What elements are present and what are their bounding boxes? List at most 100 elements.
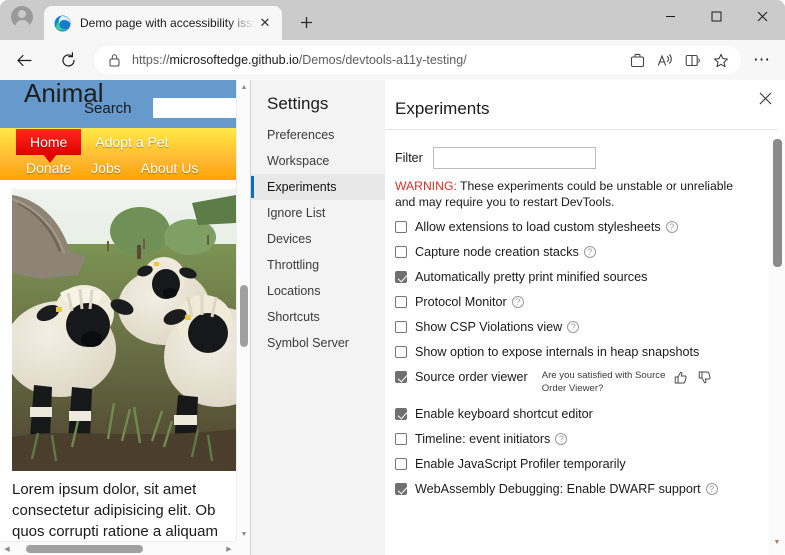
search-input[interactable]: [153, 98, 236, 118]
sidebar-item-workspace[interactable]: Workspace: [251, 148, 385, 174]
experiment-row[interactable]: Timeline: event initiators?: [395, 431, 769, 447]
checkbox-webassembly-dwarf-support[interactable]: [395, 483, 407, 495]
nav-item-jobs[interactable]: Jobs: [91, 160, 121, 176]
experiment-text: Capture node creation stacks: [415, 245, 579, 259]
page-vertical-scrollbar[interactable]: ▲ ▼: [236, 80, 250, 541]
devtools-vertical-scrollbar[interactable]: ▼: [769, 137, 785, 555]
experiment-label: Timeline: event initiators?: [415, 431, 568, 447]
lock-icon: [106, 53, 122, 67]
checkbox-source-order-viewer[interactable]: [395, 371, 407, 383]
devtools-panel: Settings Preferences Workspace Experimen…: [250, 80, 785, 555]
sidebar-item-label: Shortcuts: [267, 310, 320, 324]
site-header: Animal Search: [0, 80, 236, 128]
nav-item-donate[interactable]: Donate: [26, 160, 71, 176]
checkbox-show-csp-violations-view[interactable]: [395, 321, 407, 333]
sidebar-item-ignore-list[interactable]: Ignore List: [251, 200, 385, 226]
browser-tab[interactable]: Demo page with accessibility issues ✕: [44, 6, 282, 40]
minimize-button[interactable]: [647, 0, 693, 33]
scroll-left-arrow-icon[interactable]: ◀: [0, 542, 14, 555]
experiment-row[interactable]: Enable keyboard shortcut editor: [395, 406, 769, 422]
experiment-label: Protocol Monitor?: [415, 294, 524, 310]
page-vertical-scroll-thumb[interactable]: [240, 285, 248, 347]
checkbox-auto-pretty-print[interactable]: [395, 271, 407, 283]
reload-button[interactable]: [52, 44, 84, 76]
experiment-label: Automatically pretty print minified sour…: [415, 270, 648, 284]
split-screen-icon[interactable]: [679, 47, 707, 73]
sidebar-item-label: Locations: [267, 284, 321, 298]
new-tab-button[interactable]: [291, 7, 321, 37]
sidebar-item-label: Throttling: [267, 258, 320, 272]
filter-row: Filter: [395, 147, 769, 169]
back-arrow-icon: [16, 54, 32, 66]
collections-icon[interactable]: [623, 47, 651, 73]
experiment-row[interactable]: Show option to expose internals in heap …: [395, 344, 769, 360]
sidebar-item-throttling[interactable]: Throttling: [251, 252, 385, 278]
favorite-star-icon[interactable]: [707, 47, 735, 73]
content-area: Animal Search Home Adopt a Pet Donate Jo…: [0, 80, 785, 555]
experiment-row[interactable]: Capture node creation stacks?: [395, 244, 769, 260]
back-button[interactable]: [8, 44, 40, 76]
page-paragraph: Lorem ipsum dolor, sit amet consectetur …: [12, 481, 218, 540]
title-bar: Demo page with accessibility issues ✕: [0, 0, 785, 40]
profile-button[interactable]: [0, 0, 44, 40]
help-icon[interactable]: ?: [665, 221, 678, 233]
devtools-scroll-down-arrow-icon[interactable]: ▼: [770, 535, 784, 549]
site-nav: Home Adopt a Pet Donate Jobs About Us: [0, 128, 236, 180]
window-controls: [647, 0, 785, 33]
sidebar-item-devices[interactable]: Devices: [251, 226, 385, 252]
help-icon[interactable]: ?: [583, 246, 596, 258]
nav-item-about-us[interactable]: About Us: [141, 160, 199, 176]
checkbox-javascript-profiler-temporarily[interactable]: [395, 458, 407, 470]
browser-window: Demo page with accessibility issues ✕ ht…: [0, 0, 785, 555]
experiment-label: Enable JavaScript Profiler temporarily: [415, 457, 626, 471]
minimize-icon: [665, 16, 675, 17]
tab-close-icon[interactable]: ✕: [254, 12, 276, 34]
read-aloud-icon[interactable]: [651, 47, 679, 73]
scroll-right-arrow-icon[interactable]: ▶: [222, 542, 236, 555]
sidebar-item-label: Symbol Server: [267, 336, 349, 350]
experiment-row[interactable]: WebAssembly Debugging: Enable DWARF supp…: [395, 481, 769, 497]
close-settings-button[interactable]: [755, 88, 775, 108]
help-icon[interactable]: ?: [567, 321, 580, 333]
close-window-button[interactable]: [739, 0, 785, 33]
experiment-row[interactable]: Enable JavaScript Profiler temporarily: [395, 456, 769, 472]
experiment-row[interactable]: Protocol Monitor?: [395, 294, 769, 310]
experiment-label: Enable keyboard shortcut editor: [415, 407, 593, 421]
experiment-row[interactable]: Source order viewer Are you satisfied wi…: [395, 369, 769, 395]
sidebar-item-locations[interactable]: Locations: [251, 278, 385, 304]
nav-row-primary: Home Adopt a Pet: [0, 128, 236, 163]
scroll-down-arrow-icon[interactable]: ▼: [237, 527, 250, 541]
address-bar[interactable]: https://microsoftedge.github.io/Demos/de…: [94, 46, 741, 74]
experiment-row[interactable]: Show CSP Violations view?: [395, 319, 769, 335]
sidebar-item-symbol-server[interactable]: Symbol Server: [251, 330, 385, 356]
checkbox-allow-extensions-stylesheets[interactable]: [395, 221, 407, 233]
thumb-up-icon[interactable]: [672, 369, 690, 385]
scroll-up-arrow-icon[interactable]: ▲: [237, 80, 250, 94]
experiment-row[interactable]: Automatically pretty print minified sour…: [395, 269, 769, 285]
maximize-button[interactable]: [693, 0, 739, 33]
experiment-row[interactable]: Allow extensions to load custom styleshe…: [395, 219, 769, 235]
nav-row-secondary: Donate Jobs About Us: [0, 155, 236, 180]
sidebar-item-label: Workspace: [267, 154, 330, 168]
page-horizontal-scroll-thumb[interactable]: [26, 545, 143, 553]
checkbox-timeline-event-initiators[interactable]: [395, 433, 407, 445]
sidebar-item-preferences[interactable]: Preferences: [251, 122, 385, 148]
sidebar-item-experiments[interactable]: Experiments: [251, 174, 385, 200]
maximize-icon: [711, 11, 721, 22]
checkbox-capture-node-creation-stacks[interactable]: [395, 246, 407, 258]
filter-input[interactable]: [432, 147, 596, 169]
settings-and-more-button[interactable]: ⋯: [747, 45, 777, 75]
checkbox-expose-internals-heap-snapshots[interactable]: [395, 346, 407, 358]
help-icon[interactable]: ?: [705, 483, 718, 495]
help-icon[interactable]: ?: [555, 433, 568, 445]
nav-item-home[interactable]: Home: [16, 128, 82, 163]
page-horizontal-scrollbar[interactable]: ◀ ▶: [0, 541, 236, 555]
thumb-down-icon[interactable]: [696, 369, 714, 385]
help-icon[interactable]: ?: [511, 296, 524, 308]
sidebar-item-shortcuts[interactable]: Shortcuts: [251, 304, 385, 330]
devtools-scroll-thumb[interactable]: [773, 139, 782, 267]
checkbox-protocol-monitor[interactable]: [395, 296, 407, 308]
url-host: microsoftedge.github.io: [169, 53, 299, 67]
checkbox-keyboard-shortcut-editor[interactable]: [395, 408, 407, 420]
nav-item-adopt-a-pet[interactable]: Adopt a Pet: [95, 134, 168, 150]
